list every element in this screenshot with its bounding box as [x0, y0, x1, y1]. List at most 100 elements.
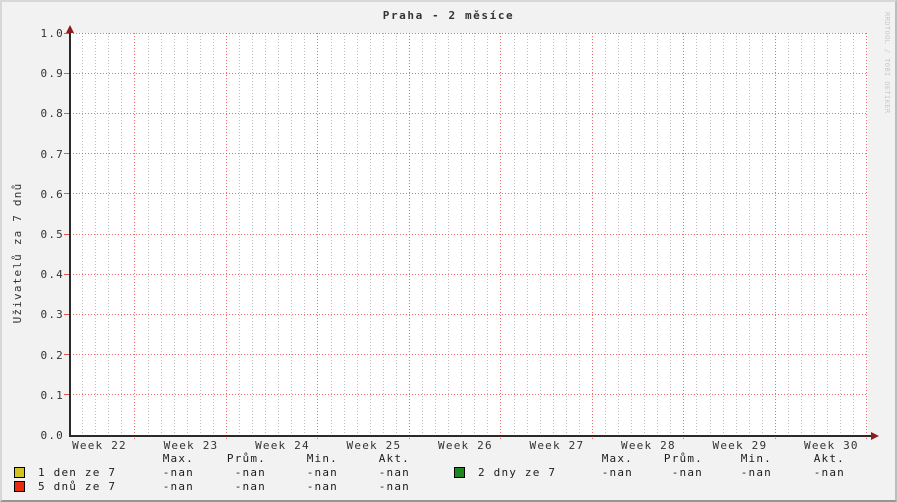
gridline-day-minor	[422, 33, 423, 437]
gridline-day-minor	[514, 33, 515, 437]
legend-value: -nan	[276, 466, 338, 479]
gridline-y-major	[70, 314, 868, 315]
x-axis-arrow-icon	[871, 432, 879, 440]
gridline-day-minor	[291, 33, 292, 437]
legend-series-label: 5 dnů ze 7	[38, 480, 116, 493]
gridline-week-major	[409, 33, 410, 440]
legend-column-header: Min.	[276, 452, 338, 465]
y-tick-label: 0.2	[28, 349, 64, 362]
gridline-day-minor	[644, 33, 645, 437]
gridline-week-major	[226, 33, 227, 440]
legend-value: -nan	[571, 466, 633, 479]
y-tick-label: 0.5	[28, 228, 64, 241]
x-tick-label: Week 27	[517, 439, 597, 452]
gridline-day-minor	[95, 33, 96, 437]
gridline-day-minor	[174, 33, 175, 437]
gridline-week-major	[775, 33, 776, 440]
y-axis-tick-mark	[64, 394, 69, 395]
gridline-day-minor	[762, 33, 763, 437]
gridline-day-minor	[213, 33, 214, 437]
gridline-day-minor	[461, 33, 462, 437]
gridline-day-minor	[344, 33, 345, 437]
legend-column-header: Akt.	[348, 452, 410, 465]
legend-swatch	[454, 467, 465, 478]
gridline-day-minor	[605, 33, 606, 437]
gridline-day-minor	[200, 33, 201, 437]
x-tick-label: Week 30	[791, 439, 871, 452]
gridline-day-minor	[108, 33, 109, 437]
x-tick-label: Week 22	[59, 439, 139, 452]
gridline-day-minor	[357, 33, 358, 437]
gridline-day-minor	[814, 33, 815, 437]
gridline-day-minor	[540, 33, 541, 437]
y-tick-label: 0.6	[28, 188, 64, 201]
legend-value: -nan	[204, 480, 266, 493]
legend-value: -nan	[348, 466, 410, 479]
rrdtool-graph: Praha - 2 měsíce Uživatelů za 7 dnů RRDT…	[0, 0, 897, 502]
gridline-week-major	[134, 33, 135, 440]
gridline-day-minor	[853, 33, 854, 437]
chart-title: Praha - 2 měsíce	[2, 9, 895, 22]
gridline-week-major	[592, 33, 593, 440]
legend-column-header: Prům.	[641, 452, 703, 465]
gridline-day-minor	[618, 33, 619, 437]
gridline-day-minor	[696, 33, 697, 437]
gridline-day-minor	[252, 33, 253, 437]
legend-value: -nan	[132, 480, 194, 493]
gridline-day-minor	[370, 33, 371, 437]
gridline-week-major	[500, 33, 501, 440]
y-tick-label: 0.1	[28, 389, 64, 402]
y-axis-tick-mark	[64, 73, 69, 74]
rrdtool-watermark: RRDTOOL / TOBI OETIKER	[883, 12, 891, 114]
gridline-y-major	[70, 234, 868, 235]
gridline-day-minor	[161, 33, 162, 437]
legend-value: -nan	[641, 466, 703, 479]
x-axis-line	[69, 435, 872, 437]
gridline-day-minor	[736, 33, 737, 437]
x-tick-label: Week 23	[151, 439, 231, 452]
gridline-y-major	[70, 73, 868, 74]
x-tick-label: Week 24	[242, 439, 322, 452]
gridline-y-major	[70, 193, 868, 194]
gridline-day-minor	[801, 33, 802, 437]
y-axis-tick-mark	[64, 274, 69, 275]
gridline-day-minor	[278, 33, 279, 437]
gridline-day-minor	[840, 33, 841, 437]
legend-series-label: 1 den ze 7	[38, 466, 116, 479]
y-axis-tick-mark	[64, 33, 69, 34]
x-tick-label: Week 28	[608, 439, 688, 452]
legend-swatch	[14, 467, 25, 478]
legend-column-header: Max.	[571, 452, 633, 465]
legend-value: -nan	[348, 480, 410, 493]
gridline-y-major	[70, 274, 868, 275]
legend-column-header: Akt.	[783, 452, 845, 465]
gridline-day-minor	[566, 33, 567, 437]
x-tick-label: Week 25	[334, 439, 414, 452]
y-axis-tick-mark	[64, 113, 69, 114]
gridline-y-major	[70, 153, 868, 154]
y-axis-tick-mark	[64, 354, 69, 355]
gridline-week-major	[683, 33, 684, 440]
y-tick-label: 0.4	[28, 268, 64, 281]
y-tick-label: 1.0	[28, 27, 64, 40]
gridline-y-major	[70, 394, 868, 395]
gridline-day-minor	[487, 33, 488, 437]
gridline-day-minor	[396, 33, 397, 437]
gridline-day-minor	[121, 33, 122, 437]
legend-swatch	[14, 481, 25, 492]
gridline-day-minor	[670, 33, 671, 437]
legend-column-header: Max.	[132, 452, 194, 465]
gridline-y-major	[70, 354, 868, 355]
legend-series-label: 2 dny ze 7	[478, 466, 556, 479]
y-tick-label: 0.8	[28, 107, 64, 120]
gridline-day-minor	[553, 33, 554, 437]
gridline-day-minor	[265, 33, 266, 437]
x-tick-label: Week 26	[425, 439, 505, 452]
y-tick-label: 0.9	[28, 67, 64, 80]
gridline-week-major	[317, 33, 318, 440]
gridline-day-minor	[749, 33, 750, 437]
gridline-day-minor	[657, 33, 658, 437]
y-axis-tick-mark	[64, 153, 69, 154]
gridline-day-minor	[331, 33, 332, 437]
gridline-day-minor	[710, 33, 711, 437]
